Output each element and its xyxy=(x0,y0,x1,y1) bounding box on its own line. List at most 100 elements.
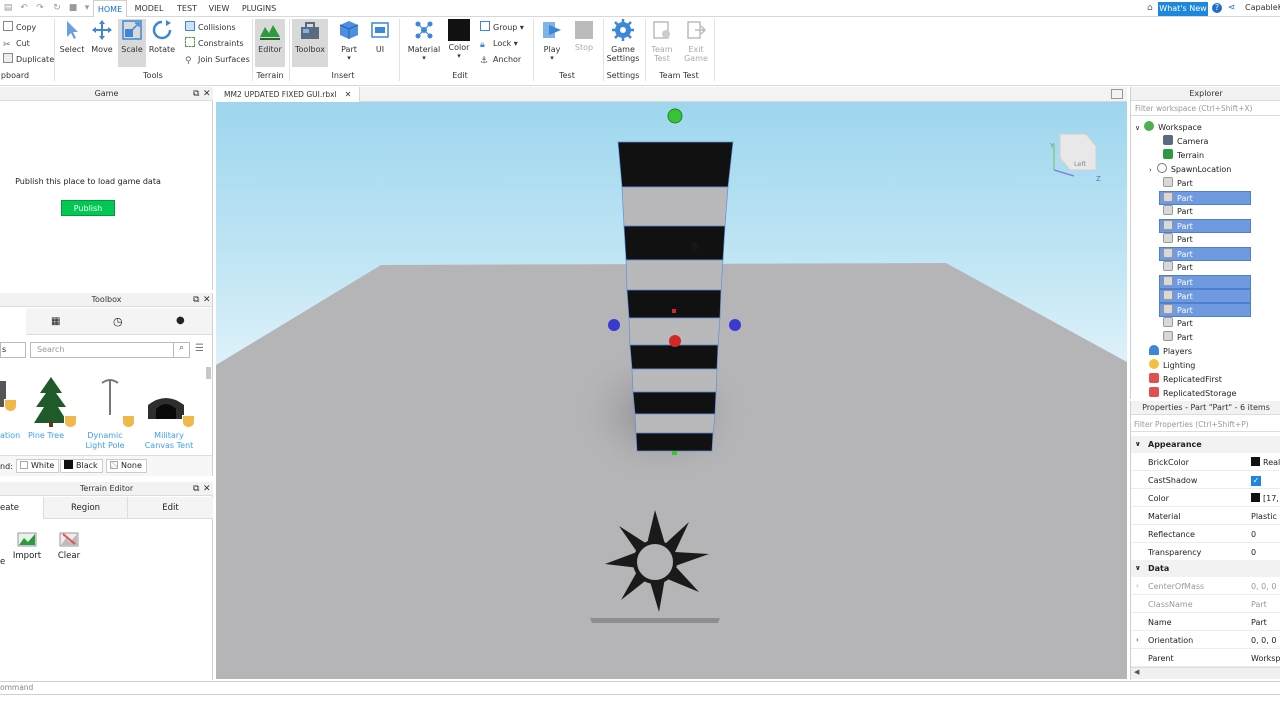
tree-item-part[interactable]: Part xyxy=(1163,233,1193,247)
stop-button[interactable]: Stop xyxy=(570,19,598,67)
recent-clock-icon[interactable]: ◷ xyxy=(113,315,123,328)
prop-brickcolor[interactable]: BrickColor Real xyxy=(1131,454,1280,471)
ui-button[interactable]: UI xyxy=(366,19,394,67)
bulb-icon[interactable]: ● xyxy=(176,315,185,326)
tree-item-camera[interactable]: Camera xyxy=(1163,135,1208,149)
striped-tower[interactable] xyxy=(617,141,734,452)
section-data[interactable]: ∨ Data xyxy=(1131,560,1280,577)
toolbox-item[interactable]: Pine Tree xyxy=(26,377,77,447)
search-icon[interactable]: ⌕ xyxy=(173,343,189,357)
copy-button[interactable]: Copy xyxy=(3,21,36,35)
game-settings-button[interactable]: Game Settings xyxy=(606,19,640,69)
tree-item-part[interactable]: Part xyxy=(1163,261,1193,275)
tree-item-part[interactable]: Part xyxy=(1159,289,1251,303)
handle-y-down[interactable] xyxy=(672,451,677,455)
tree-item-spawnlocation[interactable]: › SpawnLocation xyxy=(1149,163,1231,177)
whats-new-button[interactable]: What's New xyxy=(1158,2,1208,16)
tree-item-part[interactable]: Part xyxy=(1163,331,1193,345)
part-dropdown-icon[interactable]: ▾ xyxy=(334,54,364,62)
collapse-chevron-icon[interactable]: ∨ xyxy=(1135,560,1141,577)
prop-transparency[interactable]: Transparency 0 xyxy=(1131,544,1280,561)
exit-game-button[interactable]: Exit Game xyxy=(682,19,710,69)
document-tab[interactable]: MM2 UPDATED FIXED GUI.rbxl ✕ xyxy=(216,87,361,102)
prop-centerofmass[interactable]: › CenterOfMass 0, 0, 0 xyxy=(1131,578,1280,595)
tab-marketplace[interactable] xyxy=(0,308,26,335)
tree-item-part[interactable]: Part xyxy=(1159,303,1251,317)
prop-reflectance[interactable]: Reflectance 0 xyxy=(1131,526,1280,543)
play-dropdown-icon[interactable]: ▾ xyxy=(538,54,566,62)
expand-chevron-icon[interactable]: › xyxy=(1136,578,1139,595)
lock-button[interactable]: 🔒︎ Lock ▾ xyxy=(480,37,518,51)
category-select[interactable]: s xyxy=(0,342,26,358)
tree-item-part[interactable]: Part xyxy=(1159,219,1251,233)
prop-parent[interactable]: Parent Workspa xyxy=(1131,650,1280,667)
tab-home[interactable]: HOME xyxy=(93,0,127,17)
handle-y-up[interactable] xyxy=(667,108,683,124)
username[interactable]: CapableK xyxy=(1245,3,1280,12)
tab-edit[interactable]: Edit xyxy=(128,497,213,519)
import-button[interactable]: Import xyxy=(12,530,42,568)
expand-chevron-icon[interactable]: › xyxy=(1149,166,1152,174)
scale-tool[interactable]: Scale xyxy=(118,19,146,67)
terrain-editor-button[interactable]: Editor xyxy=(255,19,285,67)
quick-access-dropdown-icon[interactable]: ▾ xyxy=(82,3,92,13)
section-appearance[interactable]: ∨ Appearance xyxy=(1131,436,1280,453)
handle-center[interactable] xyxy=(672,309,676,313)
tree-item-part[interactable]: Part xyxy=(1159,191,1251,205)
duplicate-button[interactable]: Duplicate xyxy=(3,53,54,67)
collapse-chevron-icon[interactable]: ∨ xyxy=(1135,436,1141,453)
rotate-tool[interactable]: Rotate xyxy=(148,19,176,67)
close-icon[interactable]: ✕ xyxy=(203,293,211,307)
prop-material[interactable]: Material Plastic xyxy=(1131,508,1280,525)
generate-label-fragment[interactable]: e xyxy=(0,557,5,567)
bg-black-button[interactable]: Black xyxy=(60,459,103,473)
prop-name-field[interactable]: Name Part xyxy=(1131,614,1280,631)
tree-item-players[interactable]: Players xyxy=(1149,345,1192,359)
castshadow-checkbox[interactable]: ✓ xyxy=(1251,476,1261,486)
select-tool[interactable]: Select xyxy=(58,19,86,67)
undo-icon[interactable]: ↶ xyxy=(19,3,29,13)
refresh-icon[interactable]: ↻ xyxy=(52,3,62,13)
tab-view[interactable]: VIEW xyxy=(206,0,232,17)
undock-icon[interactable]: ⧉ xyxy=(193,482,199,496)
prop-orientation[interactable]: › Orientation 0, 0, 0 xyxy=(1131,632,1280,649)
tree-item-part[interactable]: Part xyxy=(1163,317,1193,331)
undock-icon[interactable]: ⧉ xyxy=(193,293,199,307)
anchor-button[interactable]: ⚓︎ Anchor xyxy=(480,53,521,67)
handle-x-right[interactable] xyxy=(729,319,741,331)
tree-item-lighting[interactable]: Lighting xyxy=(1149,359,1195,373)
color-button[interactable]: Color ▾ xyxy=(446,19,472,67)
maximize-viewport-icon[interactable] xyxy=(1111,89,1123,99)
team-test-button[interactable]: Team Test xyxy=(648,19,676,69)
toolbox-button[interactable]: Toolbox xyxy=(292,19,328,67)
explorer-filter-input[interactable]: Filter workspace (Ctrl+Shift+X) xyxy=(1131,102,1280,116)
grid-icon[interactable]: ▦ xyxy=(51,316,60,327)
bg-white-button[interactable]: White xyxy=(16,459,60,473)
toolbox-item[interactable]: Dynamic Light Pole xyxy=(84,377,136,453)
tab-test[interactable]: TEST xyxy=(172,0,202,17)
part-button[interactable]: Part ▾ xyxy=(334,19,364,67)
scroll-left-icon[interactable]: ◀ xyxy=(1134,668,1139,676)
cut-button[interactable]: ✂ Cut xyxy=(3,37,30,51)
collapse-chevron-icon[interactable]: ∨ xyxy=(1135,124,1140,132)
collisions-toggle[interactable]: Collisions xyxy=(185,21,236,35)
stop-square-icon[interactable]: ■ xyxy=(68,3,78,13)
toolbox-scrollbar[interactable] xyxy=(206,367,211,379)
constraints-toggle[interactable]: Constraints xyxy=(185,37,244,51)
tree-item-replicatedstorage[interactable]: ReplicatedStorage xyxy=(1149,387,1236,399)
redo-icon[interactable]: ↷ xyxy=(35,3,45,13)
tree-item-terrain[interactable]: Terrain xyxy=(1163,149,1204,163)
tab-region[interactable]: Region xyxy=(44,497,128,519)
prop-castshadow[interactable]: CastShadow ✓ xyxy=(1131,472,1280,489)
bg-none-button[interactable]: None xyxy=(106,459,147,473)
view-cube[interactable] xyxy=(1053,133,1097,177)
close-tab-icon[interactable]: ✕ xyxy=(345,90,352,99)
toolbox-item[interactable]: Military Canvas Tent xyxy=(142,377,200,453)
clear-button[interactable]: Clear xyxy=(54,530,84,568)
material-button[interactable]: Material ▾ xyxy=(406,19,442,67)
tree-item-part[interactable]: Part xyxy=(1159,275,1251,289)
publish-button[interactable]: Publish xyxy=(61,200,115,216)
close-icon[interactable]: ✕ xyxy=(203,482,211,496)
expand-chevron-icon[interactable]: › xyxy=(1136,632,1139,649)
help-icon[interactable]: ? xyxy=(1212,3,1222,13)
